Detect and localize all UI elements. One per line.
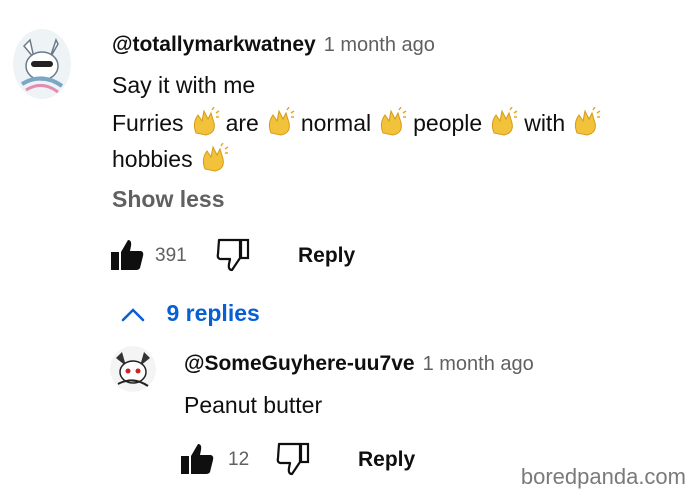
avatar[interactable]: [12, 28, 72, 100]
reply-author[interactable]: @SomeGuyhere-uu7ve 1 month ago: [184, 352, 534, 376]
word: with: [524, 110, 566, 137]
comment-text-line3: hobbies: [112, 142, 235, 179]
replies-toggle[interactable]: 9 replies: [118, 300, 260, 327]
reply-timestamp[interactable]: 1 month ago: [423, 353, 534, 375]
clapping-hands-icon: [265, 106, 295, 143]
word: hobbies: [112, 146, 193, 173]
like-count: 391: [155, 245, 187, 266]
show-less-button[interactable]: Show less: [112, 186, 224, 213]
clapping-hands-icon: [377, 106, 407, 143]
reply-avatar[interactable]: [110, 346, 156, 392]
thumbs-up-icon: [111, 240, 144, 270]
comment-author[interactable]: @totallymarkwatney 1 month ago: [112, 33, 435, 57]
reply-author-handle[interactable]: @SomeGuyhere-uu7ve: [184, 352, 415, 375]
word: Furries: [112, 110, 184, 137]
dislike-button[interactable]: [216, 238, 250, 277]
clapping-hands-icon: [571, 106, 601, 143]
replies-count[interactable]: 9 replies: [166, 300, 259, 326]
clapping-hands-icon: [199, 142, 229, 179]
comment-text-line1: Say it with me: [112, 72, 256, 98]
word: are: [225, 110, 259, 137]
reply-reply-button[interactable]: Reply: [358, 448, 415, 472]
thumbs-up-icon: [181, 444, 214, 474]
reply-like-button[interactable]: [180, 442, 214, 481]
thumbs-down-icon: [216, 238, 250, 272]
reply-like-count: 12: [228, 449, 250, 470]
author-handle[interactable]: @totallymarkwatney: [112, 33, 316, 56]
reply-dislike-button[interactable]: [276, 442, 310, 481]
reply-button[interactable]: Reply: [298, 244, 355, 268]
comment-timestamp[interactable]: 1 month ago: [324, 34, 435, 56]
comment-text-line2: Furries are normal people with: [112, 106, 607, 143]
thumbs-down-icon: [276, 442, 310, 476]
clapping-hands-icon: [488, 106, 518, 143]
clapping-hands-icon: [190, 106, 220, 143]
reply-text: Peanut butter: [184, 392, 323, 418]
like-button[interactable]: [110, 238, 144, 277]
word: normal: [300, 110, 372, 137]
word: people: [413, 110, 483, 137]
watermark: boredpanda.com: [520, 464, 686, 489]
chevron-up-icon: [121, 307, 145, 321]
